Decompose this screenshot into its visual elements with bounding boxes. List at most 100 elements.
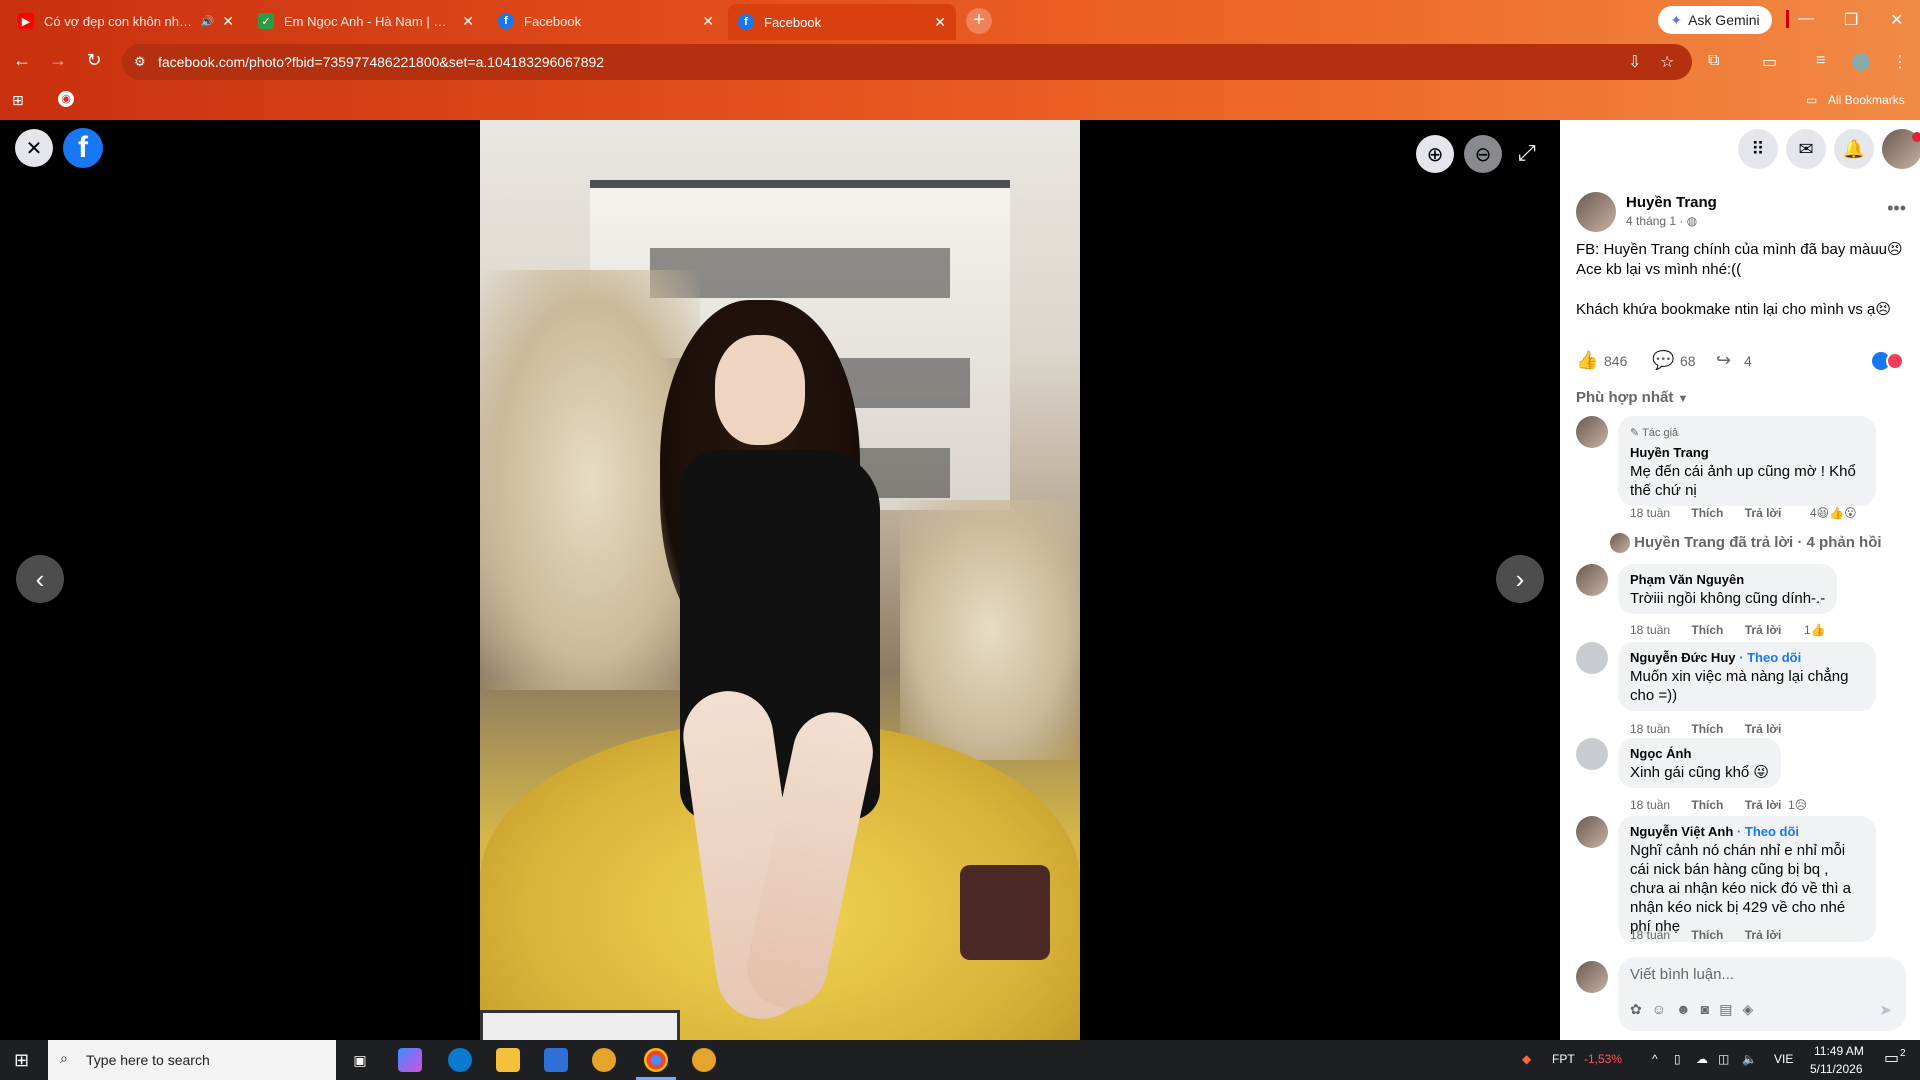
comment-reply-button[interactable]: Trả lời bbox=[1745, 506, 1782, 520]
speaker-icon[interactable]: 🔊 bbox=[201, 15, 215, 28]
fullscreen-icon[interactable]: ⤢ bbox=[1518, 140, 1536, 166]
close-icon[interactable]: ✕ bbox=[702, 13, 714, 30]
comment-avatar[interactable] bbox=[1576, 816, 1608, 848]
comment-time[interactable]: 18 tuần bbox=[1630, 506, 1670, 520]
comment-author[interactable]: Huyền Trang bbox=[1630, 443, 1864, 462]
avatar-sticker-icon[interactable]: ✿ bbox=[1630, 1001, 1652, 1017]
camera-icon[interactable]: ◙ bbox=[1701, 1001, 1719, 1017]
network-icon[interactable]: ▯ bbox=[1674, 1052, 1681, 1066]
menu-icon[interactable]: ⋮ bbox=[1892, 52, 1908, 72]
like-count[interactable]: 846 bbox=[1604, 353, 1627, 369]
task-view-icon[interactable]: ▣ bbox=[348, 1048, 372, 1072]
close-icon[interactable]: ✕ bbox=[462, 13, 474, 30]
follow-button[interactable]: Theo dõi bbox=[1747, 650, 1801, 665]
install-icon[interactable]: ⇩ bbox=[1628, 52, 1641, 72]
comment-avatar[interactable] bbox=[1576, 416, 1608, 448]
app-icon[interactable] bbox=[592, 1048, 616, 1072]
back-icon[interactable]: ← bbox=[10, 50, 34, 71]
new-tab-button[interactable]: + bbox=[966, 8, 992, 34]
sticker-icon[interactable]: ◈ bbox=[1742, 1001, 1763, 1017]
zoom-out-button[interactable]: ⊖ bbox=[1464, 135, 1502, 173]
comment-avatar[interactable] bbox=[1576, 738, 1608, 770]
ask-gemini-button[interactable]: ✦ Ask Gemini bbox=[1658, 6, 1772, 34]
post-time[interactable]: 4 tháng 1 · ◍ bbox=[1626, 214, 1697, 228]
facebook-logo[interactable]: f bbox=[63, 128, 103, 168]
stock-change[interactable]: -1,53% bbox=[1584, 1052, 1622, 1066]
comment-reply-button[interactable]: Trả lời bbox=[1745, 798, 1782, 812]
post-author[interactable]: Huyền Trang bbox=[1626, 194, 1717, 211]
apps-icon[interactable]: ⊞ bbox=[12, 92, 24, 109]
volume-icon[interactable]: 🔈 bbox=[1742, 1052, 1757, 1066]
comment-like-button[interactable]: Thích bbox=[1691, 798, 1723, 812]
comment-reactions[interactable]: 1👍 bbox=[1804, 623, 1826, 637]
minimize-icon[interactable]: — bbox=[1798, 10, 1814, 28]
tab-youtube[interactable]: ▶ Có vợ đẹp con khôn nhưng 🔊 ✕ bbox=[8, 6, 244, 36]
follow-button[interactable]: Theo dõi bbox=[1745, 824, 1799, 839]
comment-like-button[interactable]: Thích bbox=[1691, 928, 1723, 942]
comment-avatar[interactable] bbox=[1576, 564, 1608, 596]
close-icon[interactable]: ✕ bbox=[934, 14, 946, 31]
send-icon[interactable]: ➤ bbox=[1879, 1001, 1892, 1019]
windows-start-icon[interactable]: ⊞ bbox=[14, 1050, 29, 1071]
tab-facebook-active[interactable]: f Facebook ✕ bbox=[728, 4, 956, 40]
close-viewer-button[interactable]: ✕ bbox=[15, 129, 53, 167]
gif-icon[interactable]: ▤ bbox=[1719, 1001, 1742, 1017]
share-count[interactable]: 4 bbox=[1744, 353, 1752, 369]
address-bar[interactable]: ⚙ facebook.com/photo?fbid=73597748622180… bbox=[122, 44, 1692, 80]
language-indicator[interactable]: VIE bbox=[1774, 1052, 1793, 1066]
comment-like-button[interactable]: Thích bbox=[1691, 722, 1723, 736]
reload-icon[interactable]: ↻ bbox=[82, 50, 106, 71]
chevron-up-icon[interactable]: ^ bbox=[1652, 1052, 1658, 1066]
taskbar-search[interactable]: ⌕ Type here to search bbox=[48, 1040, 336, 1080]
chrome-icon[interactable] bbox=[644, 1048, 668, 1072]
comment-input[interactable]: Viết bình luận... ✿☺☻◙▤◈ ➤ bbox=[1618, 957, 1906, 1031]
wifi-icon[interactable]: ◫ bbox=[1718, 1052, 1729, 1066]
clock-date[interactable]: 5/11/2026 bbox=[1810, 1062, 1863, 1076]
comment-time[interactable]: 18 tuần bbox=[1630, 623, 1670, 637]
comment-icon[interactable]: 💬 bbox=[1652, 350, 1674, 371]
window-close-icon[interactable]: ✕ bbox=[1890, 10, 1903, 30]
love-reaction-icon[interactable] bbox=[1886, 352, 1904, 370]
app-icon[interactable] bbox=[692, 1048, 716, 1072]
comment-reply-button[interactable]: Trả lời bbox=[1745, 722, 1782, 736]
tab-facebook[interactable]: f Facebook ✕ bbox=[488, 6, 724, 36]
comment-author[interactable]: Nguyễn Đức Huy bbox=[1630, 650, 1736, 665]
media-icon[interactable]: ≡ bbox=[1816, 52, 1825, 70]
menu-button[interactable]: ⠿ bbox=[1738, 129, 1778, 169]
notifications-button[interactable]: 🔔 bbox=[1834, 129, 1874, 169]
comment-reactions[interactable]: 1😥 bbox=[1788, 798, 1807, 812]
comment-sort[interactable]: Phù hợp nhất ▼ bbox=[1576, 389, 1688, 406]
zoom-in-button[interactable]: ⊕ bbox=[1416, 135, 1454, 173]
notification-icon[interactable]: ▭ bbox=[1884, 1048, 1899, 1068]
all-bookmarks-link[interactable]: All Bookmarks bbox=[1828, 93, 1905, 107]
like-icon[interactable]: 👍 bbox=[1576, 350, 1598, 371]
smile-icon[interactable]: ☻ bbox=[1676, 1001, 1701, 1017]
messenger-button[interactable]: ✉ bbox=[1786, 129, 1826, 169]
extensions-icon[interactable]: ⧉ bbox=[1708, 52, 1719, 70]
file-explorer-icon[interactable] bbox=[496, 1048, 520, 1072]
cloud-icon[interactable]: ☁ bbox=[1696, 1052, 1708, 1066]
clock-time[interactable]: 11:49 AM bbox=[1814, 1044, 1864, 1058]
emoji-icon[interactable]: ☺ bbox=[1652, 1001, 1676, 1017]
globe-icon[interactable]: ◉ bbox=[58, 91, 74, 107]
next-photo-button[interactable]: › bbox=[1496, 555, 1544, 603]
comment-author[interactable]: Nguyễn Việt Anh bbox=[1630, 824, 1733, 839]
comment-author[interactable]: Phạm Văn Nguyên bbox=[1630, 570, 1825, 589]
comment-reply-button[interactable]: Trả lời bbox=[1745, 623, 1782, 637]
author-avatar[interactable] bbox=[1576, 192, 1616, 232]
reply-thread[interactable]: Huyền Trang đã trả lời · 4 phản hồi bbox=[1610, 533, 1882, 553]
more-options-icon[interactable]: ••• bbox=[1887, 198, 1906, 219]
edge-icon[interactable] bbox=[448, 1048, 472, 1072]
prev-photo-button[interactable]: ‹ bbox=[16, 555, 64, 603]
tab-search-icon[interactable]: ▭ bbox=[1762, 52, 1777, 72]
profile-avatar[interactable] bbox=[1852, 53, 1870, 71]
site-info-icon[interactable]: ⚙ bbox=[134, 54, 146, 70]
star-icon[interactable]: ☆ bbox=[1660, 52, 1674, 72]
comment-time[interactable]: 18 tuần bbox=[1630, 928, 1670, 942]
comment-count[interactable]: 68 bbox=[1680, 353, 1696, 369]
comment-author[interactable]: Ngọc Ánh bbox=[1630, 744, 1769, 763]
close-icon[interactable]: ✕ bbox=[222, 13, 234, 30]
stock-label[interactable]: FPT bbox=[1552, 1052, 1575, 1066]
comment-avatar[interactable] bbox=[1576, 642, 1608, 674]
restore-icon[interactable]: ❐ bbox=[1844, 10, 1858, 30]
